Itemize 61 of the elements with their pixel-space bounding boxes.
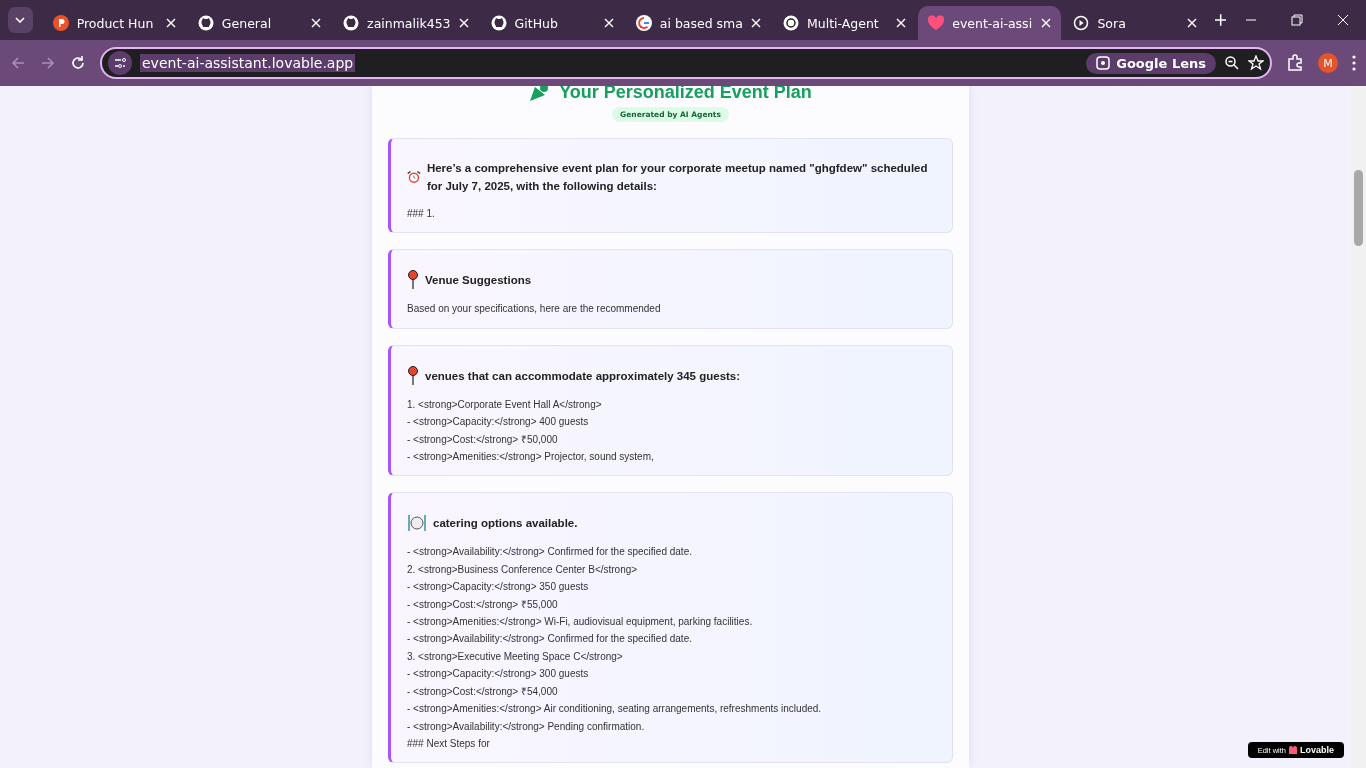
close-icon[interactable] [1041,18,1052,28]
plan-line: ### 1. [407,207,436,221]
scrollbar[interactable] [1351,86,1366,768]
google-lens-button[interactable]: Google Lens [1086,52,1216,74]
address-bar[interactable]: event-ai-assistant.lovable.app Google Lens [100,47,1272,79]
plan-line: - <strong>Availability:</strong> Pending confirmation. [407,719,646,734]
product-icon [52,15,69,31]
chevron-down-icon [15,17,26,23]
browser-tab[interactable]: GitHub [480,6,624,40]
star-icon[interactable] [1248,55,1264,71]
back-icon[interactable] [10,55,26,71]
url-text: event-ai-assistant.lovable.app [140,54,356,72]
plan-line: - <strong>Cost:</strong> ₹54,000 [407,684,559,699]
browser-tab[interactable]: Sora [1063,6,1207,40]
card-heading: catering options available. [433,516,578,532]
menu-icon[interactable] [1352,55,1356,71]
plan-line: 3. <strong>Executive Meeting Space C</strong> [407,649,624,664]
plan-line: ### Next Steps for [407,736,491,751]
browser-tab[interactable]: event-ai-assi [918,6,1062,40]
forward-icon[interactable] [40,55,56,71]
plan-line: - <strong>Amenities:</strong> Air conditioning, seating arrangements, refreshments included. [407,702,823,717]
lens-icon [1096,56,1111,70]
browser-tab[interactable]: Product Hun [42,6,186,40]
play-icon [1073,15,1090,31]
puzzle-icon[interactable] [1286,54,1304,72]
plan-line: - <strong>Capacity:</strong> 350 guests [407,580,590,595]
tab-search-button[interactable] [8,7,33,33]
card-heading: Here’s a comprehensive event plan for your corporate meetup named "ghgfdew" scheduled for July 7, 2025, with the following details: [426,161,929,194]
plan-line: Based on your specifications, here are the recommended [407,302,662,317]
plan-line: - <strong>Cost:</strong> ₹50,000 [407,432,559,447]
plan-line: - <strong>Capacity:</strong> 400 guests [407,415,590,430]
browser-tab[interactable]: ai based sma [625,6,771,40]
plate-cutlery-icon [407,513,427,534]
browser-tab[interactable]: zainmalik453 [333,6,479,40]
plan-line: 1. <strong>Corporate Event Hall A</strong> [407,397,603,412]
reload-icon[interactable] [70,55,86,71]
close-icon[interactable] [311,18,322,28]
g-logo-icon [635,15,652,31]
plan-line: - <strong>Availability:</strong> Confirmed for the specified date. [407,632,693,647]
browser-tab[interactable]: General [187,6,332,40]
browser-tab[interactable]: Multi-Agent [772,6,917,40]
close-icon[interactable] [1186,18,1197,28]
plan-line: - <strong>Availability:</strong> Confirmed for the specified date. [407,545,693,560]
plus-icon[interactable] [1214,14,1226,26]
close-icon[interactable] [165,18,176,28]
profile-avatar[interactable]: M [1318,53,1338,73]
site-settings-icon[interactable] [108,51,132,75]
close-icon[interactable] [458,18,469,28]
plan-line: - <strong>Amenities:</strong> Projector, sound system, [407,450,655,465]
plan-line: - <strong>Capacity:</strong> 300 guests [407,667,590,682]
pushpin-icon [407,270,419,291]
zoom-icon[interactable] [1224,55,1240,71]
plan-line: 2. <strong>Business Conference Center B</strong> [407,562,639,577]
close-icon[interactable] [603,18,614,28]
card-heading: venues that can accommodate approximately 345 guests: [425,368,741,384]
pushpin-icon [407,365,419,386]
plan-line: - <strong>Amenities:</strong> Wi-Fi, audiovisual equipment, parking facilities. [407,615,754,630]
close-icon[interactable] [896,18,907,28]
plan-line: - <strong>Cost:</strong> ₹55,000 [407,597,559,612]
card-heading: Venue Suggestions [425,273,532,289]
close-icon[interactable] [750,18,761,28]
